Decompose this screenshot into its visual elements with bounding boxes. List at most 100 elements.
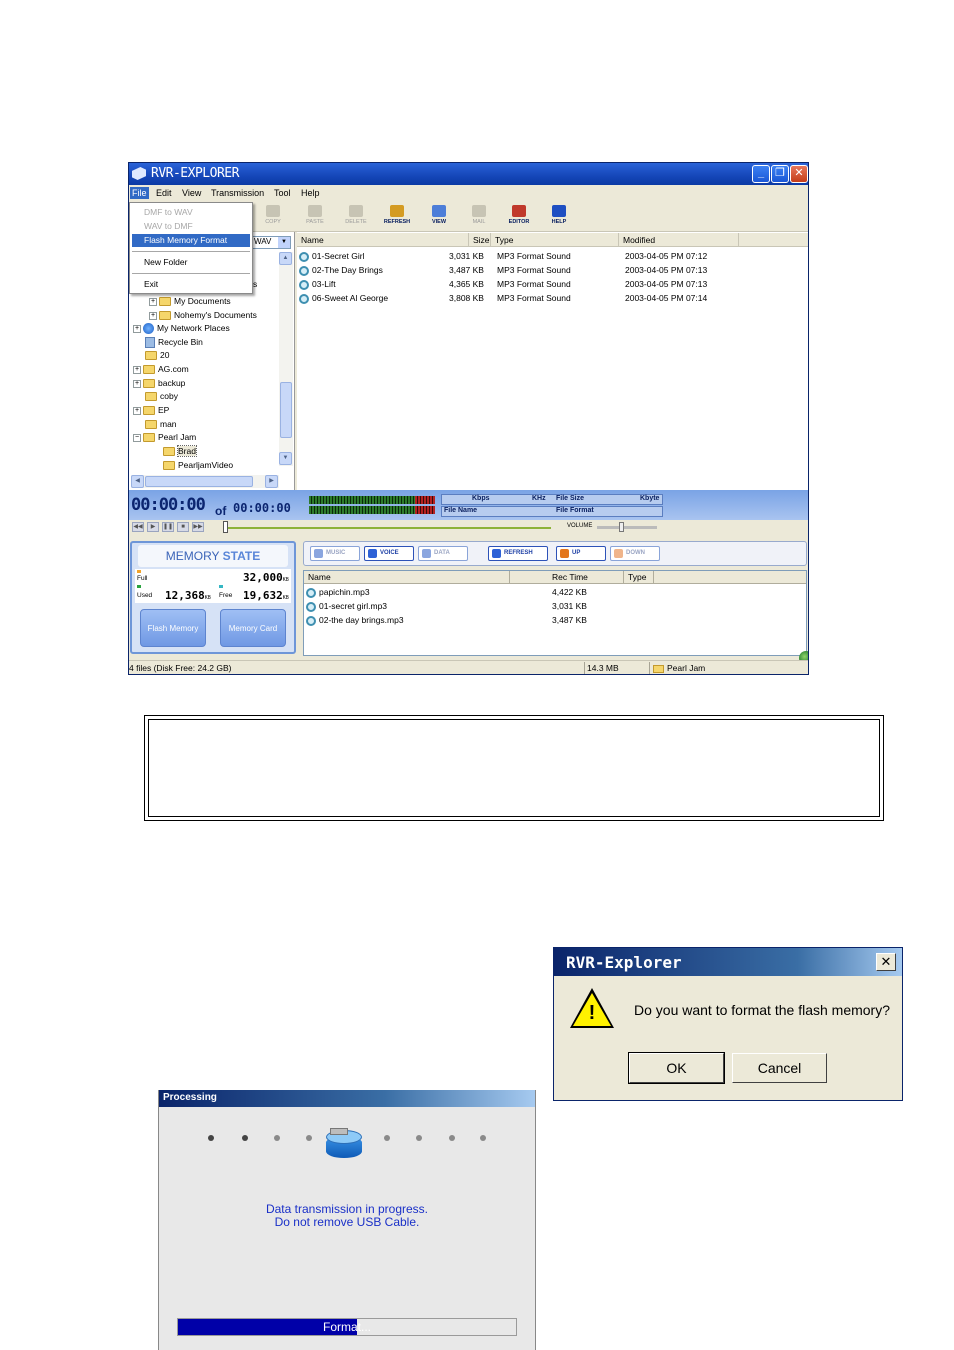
menu-item-wav-to-dmf[interactable]: WAV to DMF (132, 220, 250, 233)
menu-edit[interactable]: Edit (154, 187, 174, 199)
menu-tool[interactable]: Tool (272, 187, 293, 199)
play-icon[interactable]: ▶ (147, 522, 159, 532)
folder-icon (145, 351, 157, 361)
collapse-icon[interactable]: − (133, 433, 141, 442)
tree-node-man[interactable]: man (145, 418, 177, 431)
file-row[interactable]: 02-The Day Brings 3,487 KB MP3 Format So… (297, 263, 808, 277)
column-header-size[interactable]: Size (469, 233, 491, 247)
file-type: MP3 Format Sound (497, 251, 571, 261)
rewind-icon[interactable]: ◀◀ (132, 522, 144, 532)
folder-icon (145, 392, 157, 402)
toolbar-help-button[interactable]: HELP (539, 205, 579, 225)
scroll-thumb[interactable] (145, 476, 253, 487)
scroll-left-icon[interactable]: ◀ (131, 475, 144, 488)
expand-icon[interactable]: + (133, 406, 141, 415)
volume-slider[interactable] (597, 526, 657, 529)
audio-file-icon (299, 293, 309, 304)
column-header-rec-time[interactable]: Rec Time (510, 571, 624, 584)
menu-transmission[interactable]: Transmission (209, 187, 266, 199)
memory-state-title: MEMORY STATE (138, 545, 288, 567)
file-row[interactable]: 03-Lift 4,365 KB MP3 Format Sound 2003-0… (297, 277, 808, 291)
tree-node-nohemys-documents[interactable]: + Nohemy's Documents (149, 309, 257, 322)
tree-node-recycle-bin[interactable]: Recycle Bin (145, 336, 203, 349)
memory-card-button[interactable]: Memory Card (220, 609, 286, 647)
device-file-row[interactable]: 02-the day brings.mp3 3,487 KB (304, 613, 804, 627)
progress-dot (480, 1135, 486, 1141)
cancel-button[interactable]: Cancel (732, 1053, 827, 1083)
used-value: 12,368KB (165, 589, 211, 602)
minimize-button[interactable]: _ (752, 165, 770, 183)
flash-memory-button[interactable]: Flash Memory (140, 609, 206, 647)
menu-view[interactable]: View (180, 187, 203, 199)
column-header-type[interactable]: Type (491, 233, 619, 247)
stop-icon[interactable]: ■ (177, 522, 189, 532)
dialog-title-bar[interactable]: RVR-Explorer (554, 948, 902, 976)
download-button[interactable]: DOWN (610, 546, 660, 561)
tab-music[interactable]: MUSIC (310, 546, 360, 561)
expand-icon[interactable]: + (133, 379, 141, 388)
volume-handle[interactable] (619, 522, 624, 532)
menu-item-flash-memory-format[interactable]: Flash Memory Format (132, 234, 250, 247)
menu-item-dmf-to-wav[interactable]: DMF to WAV (132, 206, 250, 219)
file-row[interactable]: 06-Sweet Al George 3,808 KB MP3 Format S… (297, 291, 808, 305)
toolbar-view-button[interactable]: VIEW (419, 205, 459, 225)
scroll-up-icon[interactable]: ▲ (279, 252, 292, 265)
tree-node-ag-com[interactable]: + AG.com (133, 363, 189, 376)
chevron-down-icon[interactable]: ▼ (278, 237, 290, 248)
expand-icon[interactable]: + (149, 297, 157, 306)
mail-icon (472, 205, 486, 217)
device-file-row[interactable]: 01-secret girl.mp3 3,031 KB (304, 599, 804, 613)
expand-icon[interactable]: + (133, 365, 141, 374)
dialog-close-button[interactable]: ✕ (876, 953, 896, 971)
pause-icon[interactable]: ❚❚ (162, 522, 174, 532)
format-select[interactable]: WAV ▼ (251, 236, 291, 249)
menu-file[interactable]: File (130, 187, 149, 199)
menu-item-exit[interactable]: Exit (132, 278, 250, 291)
menu-item-new-folder[interactable]: New Folder (132, 256, 250, 269)
upload-button[interactable]: UP (556, 546, 606, 561)
voice-icon (368, 549, 377, 558)
column-header-type[interactable]: Type (624, 571, 654, 584)
toolbar-mail-button[interactable]: MAIL (459, 205, 499, 225)
column-header-name[interactable]: Name (304, 571, 510, 584)
tree-node-coby[interactable]: coby (145, 390, 178, 403)
tree-node-pearljamvideo[interactable]: PearljamVideo (163, 459, 233, 472)
title-bar[interactable]: RVR-EXPLORER _ ❐ ✕ (129, 163, 808, 185)
tree-node-my-network-places[interactable]: + My Network Places (133, 322, 230, 335)
menu-help[interactable]: Help (299, 187, 322, 199)
device-refresh-button[interactable]: REFRESH (488, 546, 548, 561)
toolbar-refresh-button[interactable]: REFRESH (377, 205, 417, 225)
file-row[interactable]: 01-Secret Girl 3,031 KB MP3 Format Sound… (297, 249, 808, 263)
toolbar-copy-button[interactable]: COPY (253, 205, 293, 225)
tree-node-pearl-jam[interactable]: − Pearl Jam (133, 431, 196, 444)
tree-node[interactable]: s (253, 278, 257, 291)
column-header-name[interactable]: Name (297, 233, 469, 247)
tree-horizontal-scrollbar[interactable]: ◀ ▶ (131, 475, 279, 488)
tree-vertical-scrollbar[interactable]: ▲ ▼ (279, 252, 293, 466)
device-file-row[interactable]: papichin.mp3 4,422 KB (304, 585, 804, 599)
tree-node-20[interactable]: 20 (145, 349, 169, 362)
ok-button[interactable]: OK (628, 1052, 725, 1084)
tree-node-backup[interactable]: + backup (133, 377, 185, 390)
tree-node-my-documents[interactable]: + My Documents (149, 295, 231, 308)
toolbar-editor-button[interactable]: EDITOR (499, 205, 539, 225)
seek-handle[interactable] (223, 521, 228, 533)
tree-node-brad[interactable]: Brad (163, 445, 197, 458)
toolbar-delete-button[interactable]: DELETE (336, 205, 376, 225)
audio-file-icon (299, 251, 309, 262)
expand-icon[interactable]: + (149, 311, 157, 320)
tab-data[interactable]: DATA (418, 546, 468, 561)
column-header-modified[interactable]: Modified (619, 233, 739, 247)
scroll-right-icon[interactable]: ▶ (265, 475, 278, 488)
tree-node-ep[interactable]: + EP (133, 404, 169, 417)
data-icon (422, 549, 431, 558)
seek-bar[interactable] (225, 527, 551, 529)
scroll-down-icon[interactable]: ▼ (279, 452, 292, 465)
scroll-thumb[interactable] (280, 382, 292, 438)
forward-icon[interactable]: ▶▶ (192, 522, 204, 532)
restore-button[interactable]: ❐ (771, 165, 789, 183)
tab-voice[interactable]: VOICE (364, 546, 414, 561)
close-button[interactable]: ✕ (790, 165, 808, 183)
expand-icon[interactable]: + (133, 324, 141, 333)
toolbar-paste-button[interactable]: PASTE (295, 205, 335, 225)
